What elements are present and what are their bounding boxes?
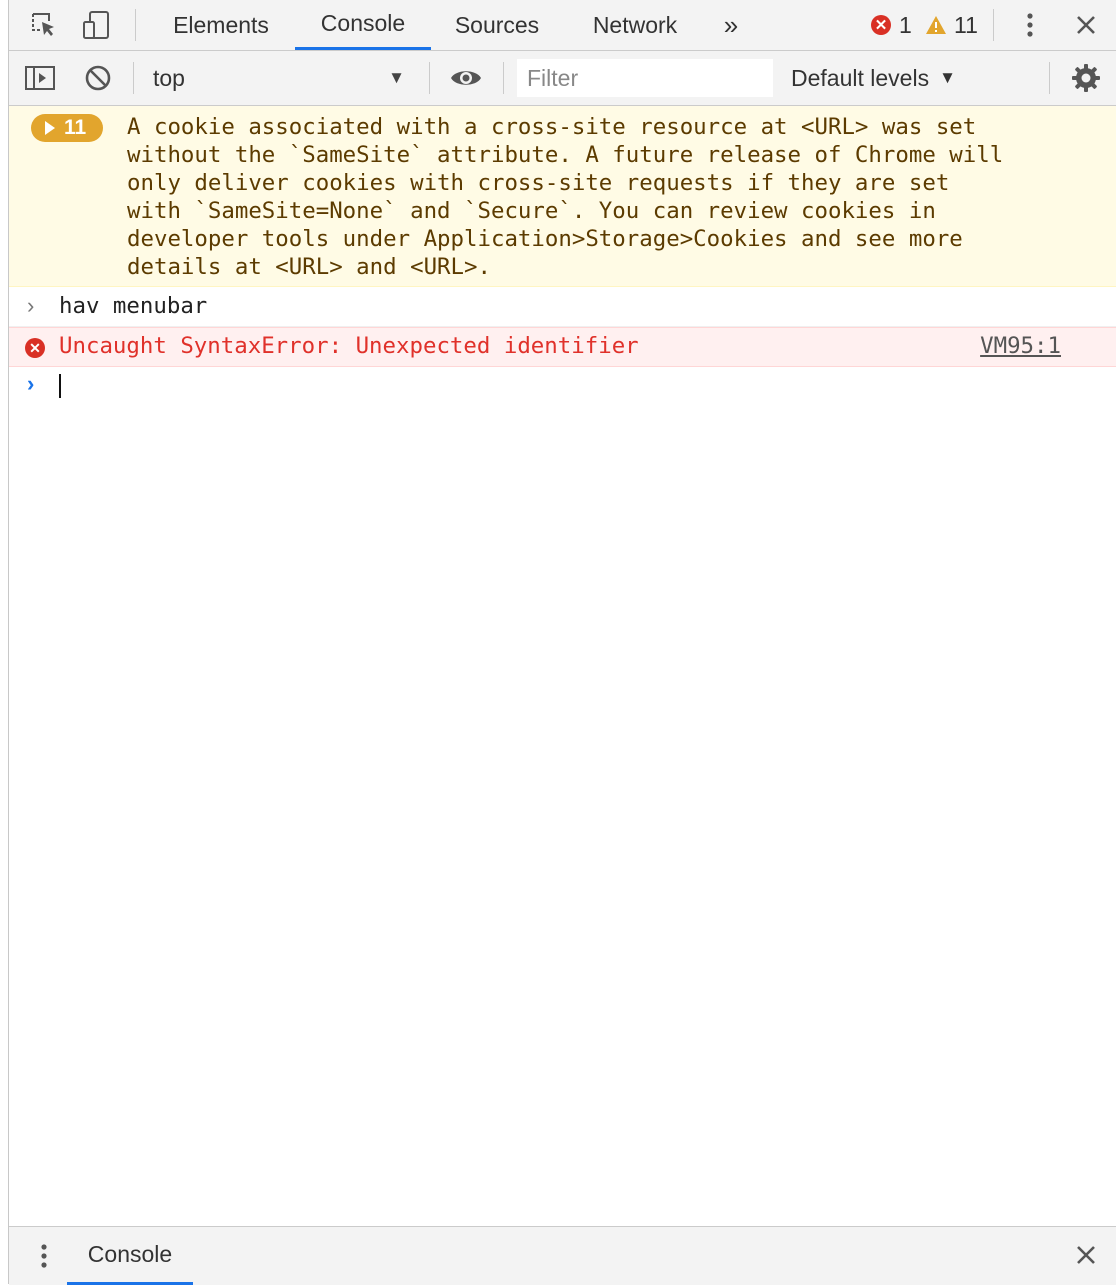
clear-console-icon[interactable] <box>81 61 115 95</box>
divider <box>133 62 134 94</box>
close-drawer-icon[interactable] <box>1069 1238 1103 1272</box>
console-input-echo: › hav menubar <box>9 288 1116 327</box>
context-selector[interactable]: top ▼ <box>141 51 419 105</box>
drawer-menu-icon[interactable] <box>27 1239 61 1273</box>
warning-icon <box>926 16 946 34</box>
divider <box>135 9 136 41</box>
dropdown-arrow-icon: ▼ <box>939 68 956 87</box>
repeat-count-badge[interactable]: 11 <box>31 114 103 142</box>
input-text: hav menubar <box>59 293 208 319</box>
devtools-panel: Elements Console Sources Network » ✕ 1 1… <box>8 0 1116 1285</box>
dropdown-arrow-icon: ▼ <box>388 68 405 87</box>
warning-text: A cookie associated with a cross-site re… <box>127 114 1004 280</box>
main-tab-bar: Elements Console Sources Network » ✕ 1 1… <box>9 0 1116 51</box>
log-levels-dropdown[interactable]: Default levels ▼ <box>791 51 956 105</box>
error-source-link[interactable]: VM95:1 <box>980 333 1061 359</box>
kebab-menu-icon[interactable] <box>1013 8 1047 42</box>
console-warning-message: 11 A cookie associated with a cross-site… <box>9 106 1116 287</box>
console-toolbar: top ▼ Default levels ▼ <box>9 51 1116 106</box>
chevrons-right-icon[interactable]: » <box>711 0 751 50</box>
tab-console[interactable]: Console <box>295 0 431 50</box>
divider <box>993 9 994 41</box>
divider <box>429 62 430 94</box>
error-text: Uncaught SyntaxError: Unexpected identif… <box>59 333 639 359</box>
sidebar-toggle-icon[interactable] <box>23 61 57 95</box>
eye-icon[interactable] <box>449 61 483 95</box>
tab-network[interactable]: Network <box>579 0 691 50</box>
device-toolbar-icon[interactable] <box>79 8 113 42</box>
tab-sources[interactable]: Sources <box>441 0 553 50</box>
drawer: Console <box>9 1226 1116 1285</box>
inspect-element-icon[interactable] <box>27 8 61 42</box>
error-icon: ✕ <box>25 338 45 358</box>
chevron-right-icon: › <box>27 293 35 318</box>
expand-arrow-icon <box>45 121 55 135</box>
error-icon: ✕ <box>871 15 891 35</box>
error-count[interactable]: ✕ 1 <box>871 10 912 40</box>
text-caret <box>59 374 61 398</box>
divider <box>503 62 504 94</box>
tab-elements[interactable]: Elements <box>157 0 285 50</box>
warning-count[interactable]: 11 <box>925 10 978 40</box>
divider <box>1049 62 1050 94</box>
console-error-message: ✕ Uncaught SyntaxError: Unexpected ident… <box>9 327 1116 367</box>
settings-gear-icon[interactable] <box>1069 61 1103 95</box>
console-prompt[interactable]: › <box>9 368 1116 404</box>
chevron-right-icon: › <box>27 371 35 396</box>
filter-input[interactable] <box>517 59 773 97</box>
close-icon[interactable] <box>1069 8 1103 42</box>
drawer-tab-console[interactable]: Console <box>67 1227 193 1285</box>
